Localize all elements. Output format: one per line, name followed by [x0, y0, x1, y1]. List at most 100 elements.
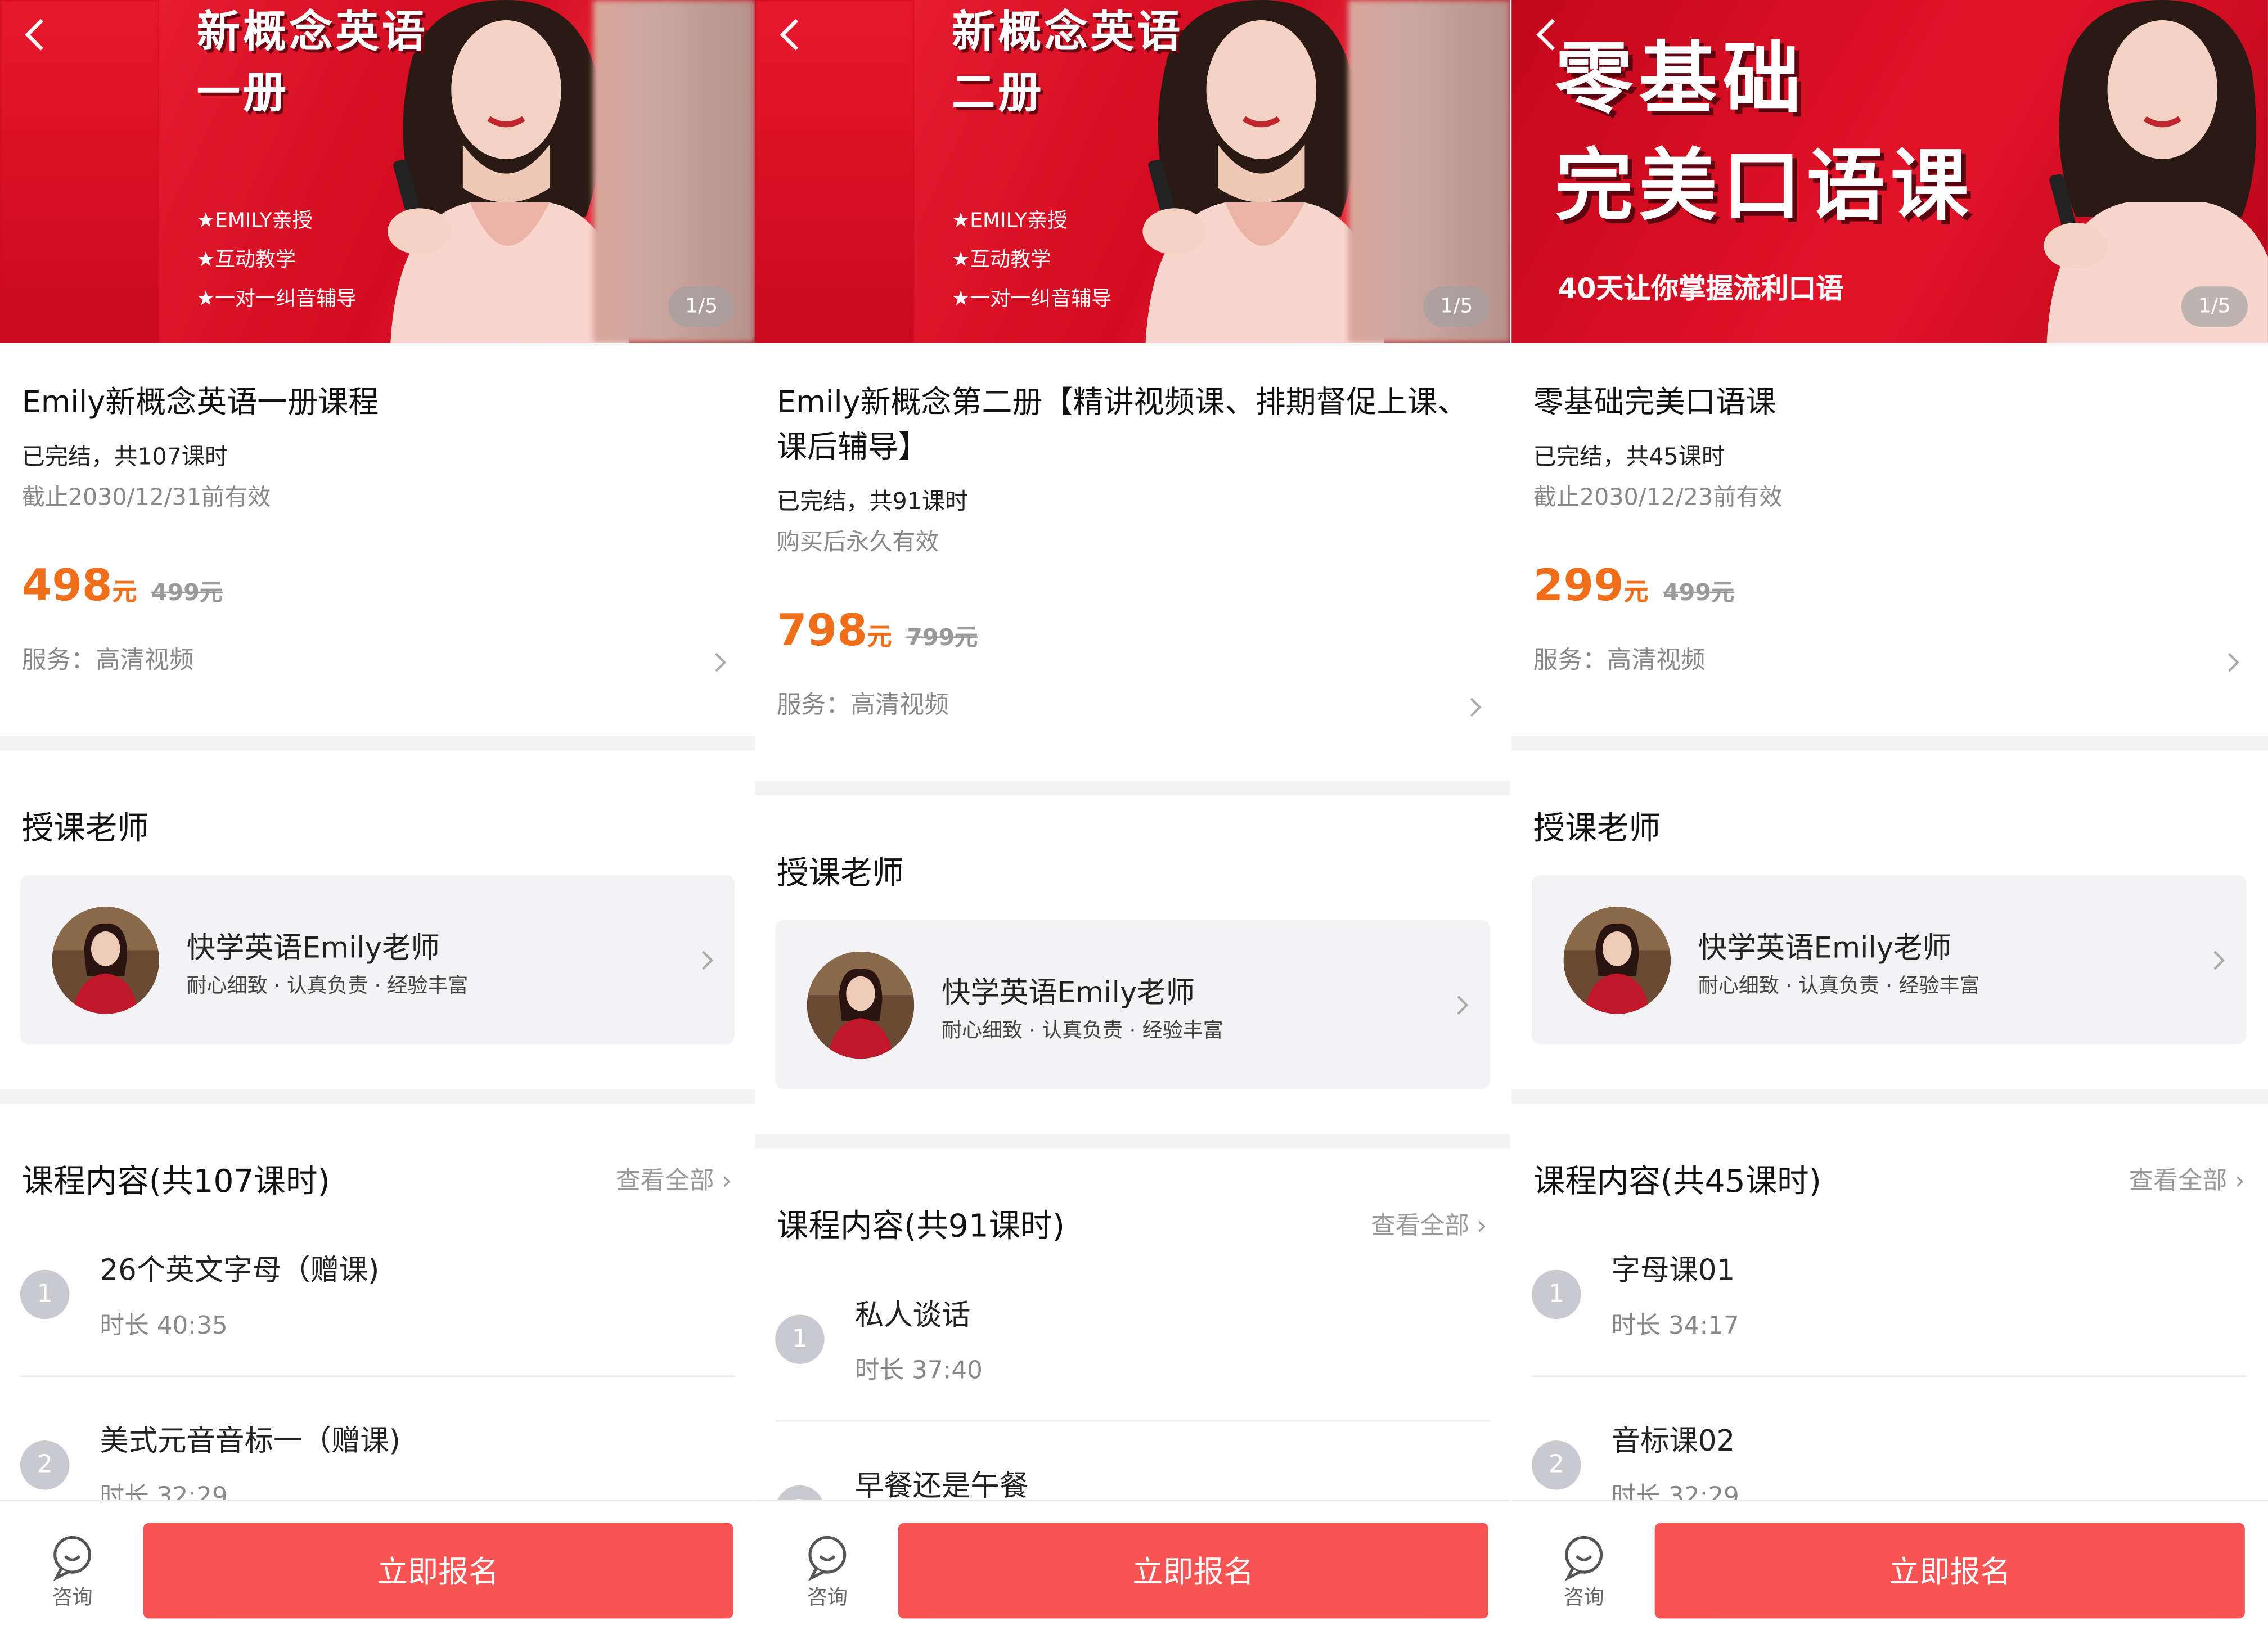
- chevron-right-icon: [2213, 951, 2225, 970]
- teacher-card[interactable]: 快学英语Emily老师 耐心细致 · 认真负责 · 经验丰富: [775, 920, 1490, 1089]
- banner-title-line1: 新概念英语: [196, 7, 429, 58]
- see-all-label: 查看全部: [1371, 1212, 1469, 1241]
- lesson-duration: 时长 34:17: [1611, 1312, 1739, 1341]
- teacher-name: 快学英语Emily老师: [1698, 930, 1952, 965]
- lesson-item[interactable]: 1 字母课01 时长 34:17: [1532, 1232, 2247, 1403]
- divider: [1532, 1375, 2247, 1377]
- section-divider: [1511, 736, 2268, 751]
- banner-title-line2: 一册: [196, 67, 290, 119]
- banner-feature: ★互动教学: [196, 249, 296, 272]
- currency-unit: 元: [1623, 578, 1649, 607]
- back-arrow-icon[interactable]: [775, 15, 807, 55]
- original-price: 799元: [906, 623, 978, 651]
- see-all-link[interactable]: 查看全部 ›: [1371, 1205, 1487, 1241]
- price-row: 798 元 799元: [777, 606, 1488, 664]
- chat-bubble-icon: [1564, 1536, 1603, 1582]
- lesson-duration: 时长 40:35: [100, 1312, 228, 1341]
- consult-button[interactable]: 咨询: [1555, 1533, 1613, 1614]
- section-divider: [0, 736, 755, 751]
- teacher-description: 耐心细致 · 认真负责 · 经验丰富: [186, 975, 469, 998]
- banner-feature: ★EMILY亲授: [196, 209, 313, 233]
- teacher-avatar: [52, 907, 159, 1014]
- chevron-right-icon: ›: [1477, 1212, 1487, 1241]
- lesson-title: 私人谈话: [854, 1297, 971, 1332]
- course-banner[interactable]: 新概念英语 一册 ★EMILY亲授 ★互动教学 ★一对一纠音辅导 1/5: [0, 0, 755, 343]
- teacher-card[interactable]: 快学英语Emily老师 耐心细致 · 认真负责 · 经验丰富: [1532, 875, 2247, 1044]
- enroll-button[interactable]: 立即报名: [143, 1523, 734, 1619]
- course-validity: 截止2030/12/23前有效: [1533, 483, 1783, 511]
- bottom-action-bar: 咨询 立即报名: [1511, 1500, 2268, 1630]
- lesson-item[interactable]: 1 私人谈话 时长 37:40: [775, 1277, 1490, 1448]
- course-page-2: 新概念英语 二册 ★EMILY亲授 ★互动教学 ★一对一纠音辅导 1/5 Emi…: [755, 0, 1510, 1630]
- consult-button[interactable]: 咨询: [43, 1533, 101, 1614]
- lesson-duration: 时长 37:40: [854, 1356, 983, 1386]
- see-all-label: 查看全部: [615, 1167, 714, 1196]
- teacher-section-title: 授课老师: [1533, 811, 1661, 848]
- banner-feature: ★一对一纠音辅导: [196, 287, 357, 311]
- service-row[interactable]: 服务：高清视频: [777, 681, 1488, 730]
- chevron-right-icon: [2228, 652, 2239, 672]
- teacher-name: 快学英语Emily老师: [186, 930, 440, 965]
- section-divider: [755, 781, 1510, 796]
- banner-page-counter: 1/5: [2181, 286, 2248, 327]
- course-status: 已完结，共107课时: [21, 442, 228, 470]
- lesson-number: 1: [20, 1269, 70, 1320]
- teacher-section-title: 授课老师: [21, 811, 149, 848]
- teacher-description: 耐心细致 · 认真负责 · 经验丰富: [941, 1019, 1223, 1043]
- see-all-link[interactable]: 查看全部 ›: [616, 1160, 732, 1196]
- section-divider: [0, 1089, 755, 1104]
- current-price: 299: [1533, 561, 1624, 612]
- course-title: 零基础完美口语课: [1533, 384, 1776, 420]
- lesson-number: 1: [775, 1314, 825, 1364]
- enroll-button[interactable]: 立即报名: [898, 1523, 1488, 1619]
- content-section-title: 课程内容(共107课时): [21, 1164, 330, 1201]
- lesson-title: 美式元音音标一（赠课): [100, 1423, 400, 1458]
- price-row: 299 元 499元: [1533, 561, 2247, 619]
- divider: [20, 1375, 735, 1377]
- back-arrow-icon[interactable]: [20, 15, 52, 55]
- service-row[interactable]: 服务：高清视频: [1533, 636, 2247, 685]
- course-status: 已完结，共91课时: [776, 487, 969, 515]
- service-row[interactable]: 服务：高清视频: [22, 636, 734, 685]
- service-label: 服务：高清视频: [1533, 646, 1706, 676]
- course-page-3: 零基础 完美口语课 40天让你掌握流利口语 1/5 零基础完美口语课 已完结，共…: [1511, 0, 2268, 1630]
- see-all-link[interactable]: 查看全部 ›: [2129, 1160, 2245, 1196]
- see-all-label: 查看全部: [2128, 1167, 2228, 1196]
- teacher-avatar: [1563, 907, 1671, 1014]
- course-info: Emily新概念英语一册课程 已完结，共107课时 截止2030/12/31前有…: [0, 343, 755, 686]
- consult-label: 咨询: [52, 1586, 93, 1610]
- currency-unit: 元: [112, 578, 137, 607]
- teacher-card[interactable]: 快学英语Emily老师 耐心细致 · 认真负责 · 经验丰富: [20, 875, 735, 1044]
- consult-button[interactable]: 咨询: [798, 1533, 856, 1614]
- banner-page-counter: 1/5: [668, 286, 735, 327]
- lesson-number: 1: [1532, 1269, 1581, 1320]
- content-section-title: 课程内容(共91课时): [776, 1209, 1065, 1245]
- course-title: Emily新概念第二册【精讲视频课、排期督促上课、课后辅导】: [776, 384, 1468, 465]
- content-section-title: 课程内容(共45课时): [1533, 1164, 1821, 1201]
- service-label: 服务：高清视频: [21, 646, 194, 676]
- banner-title-line2: 完美口语课: [1555, 140, 1974, 232]
- original-price: 499元: [1663, 578, 1735, 606]
- banner-title-line1: 新概念英语: [951, 7, 1184, 58]
- course-validity: 购买后永久有效: [776, 528, 939, 556]
- banner-subtitle: 40天让你掌握流利口语: [1558, 273, 1844, 305]
- chevron-right-icon: [1470, 697, 1482, 717]
- chat-bubble-icon: [53, 1536, 91, 1582]
- consult-label: 咨询: [807, 1586, 848, 1610]
- banner-page-counter: 1/5: [1423, 286, 1490, 327]
- banner-title-line1: 零基础: [1555, 33, 1807, 125]
- course-page-1: 新概念英语 一册 ★EMILY亲授 ★互动教学 ★一对一纠音辅导 1/5 Emi…: [0, 0, 755, 1630]
- course-banner[interactable]: 零基础 完美口语课 40天让你掌握流利口语 1/5: [1511, 0, 2268, 343]
- course-banner[interactable]: 新概念英语 二册 ★EMILY亲授 ★互动教学 ★一对一纠音辅导 1/5: [755, 0, 1510, 343]
- consult-label: 咨询: [1563, 1586, 1604, 1610]
- lesson-item[interactable]: 1 26个英文字母（赠课) 时长 40:35: [20, 1232, 735, 1403]
- section-divider: [755, 1133, 1510, 1149]
- course-info: 零基础完美口语课 已完结，共45课时 截止2030/12/23前有效 299 元…: [1511, 343, 2268, 686]
- course-status: 已完结，共45课时: [1533, 442, 1725, 470]
- enroll-button[interactable]: 立即报名: [1654, 1523, 2245, 1619]
- chevron-right-icon: ›: [2235, 1167, 2245, 1196]
- bottom-action-bar: 咨询 立即报名: [0, 1500, 755, 1630]
- chevron-right-icon: ›: [722, 1167, 732, 1196]
- section-divider: [1511, 1089, 2268, 1104]
- banner-title-line2: 二册: [951, 67, 1045, 119]
